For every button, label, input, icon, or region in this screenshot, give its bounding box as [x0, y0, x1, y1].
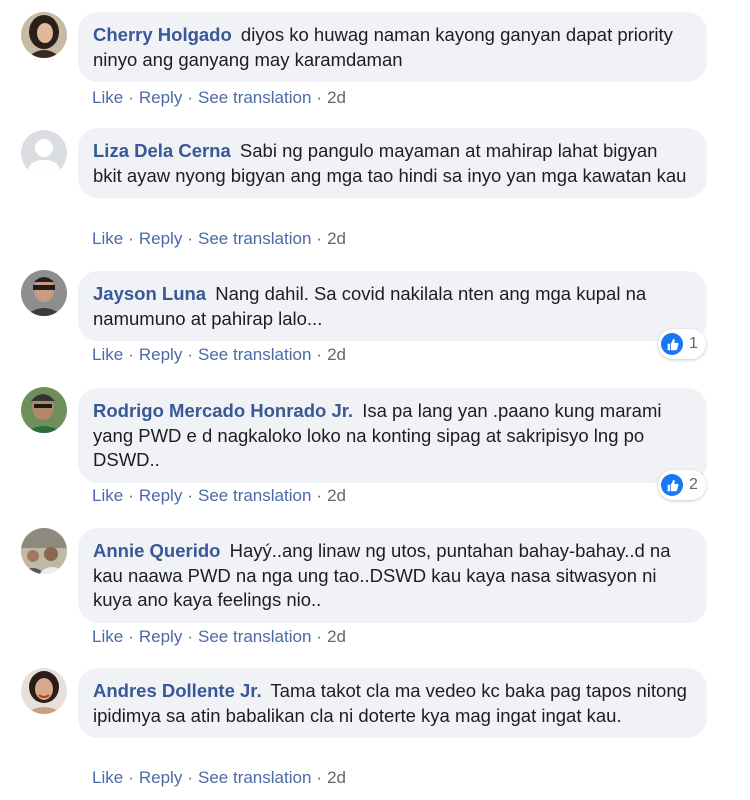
comment-actions: Like · Reply · See translation · 2d	[92, 88, 346, 107]
profile-photo-icon	[21, 387, 67, 433]
see-translation-link[interactable]: See translation	[198, 229, 311, 248]
reply-button[interactable]: Reply	[139, 229, 182, 248]
comment-actions: Like · Reply · See translation · 2d	[92, 229, 346, 248]
see-translation-link[interactable]: See translation	[198, 768, 311, 787]
like-reaction-icon	[661, 333, 683, 355]
reaction-number: 2	[689, 476, 698, 493]
reaction-count[interactable]: 2	[658, 470, 706, 500]
reply-button[interactable]: Reply	[139, 486, 182, 505]
comment-author[interactable]: Rodrigo Mercado Honrado Jr.	[93, 400, 353, 421]
reaction-number: 1	[689, 335, 698, 352]
comment-timestamp[interactable]: 2d	[327, 229, 346, 248]
like-button[interactable]: Like	[92, 768, 123, 787]
avatar[interactable]	[21, 270, 67, 316]
see-translation-link[interactable]: See translation	[198, 88, 311, 107]
comment-timestamp[interactable]: 2d	[327, 486, 346, 505]
comment-bubble: Rodrigo Mercado Honrado Jr. Isa pa lang …	[78, 388, 707, 483]
comment-timestamp[interactable]: 2d	[327, 345, 346, 364]
comment-bubble: Liza Dela Cerna Sabi ng pangulo mayaman …	[78, 128, 707, 198]
comment-bubble: Annie Querido Hayý..ang linaw ng utos, p…	[78, 528, 707, 623]
comment-timestamp[interactable]: 2d	[327, 768, 346, 787]
comment-actions: Like · Reply · See translation · 2d	[92, 768, 346, 787]
profile-photo-icon	[21, 270, 67, 316]
comment-actions: Like · Reply · See translation · 2d	[92, 345, 346, 364]
comment-author[interactable]: Jayson Luna	[93, 283, 206, 304]
see-translation-link[interactable]: See translation	[198, 627, 311, 646]
profile-photo-icon	[21, 12, 67, 58]
see-translation-link[interactable]: See translation	[198, 486, 311, 505]
avatar[interactable]	[21, 387, 67, 433]
reaction-count[interactable]: 1	[658, 329, 706, 359]
profile-photo-icon	[21, 528, 67, 574]
comment-timestamp[interactable]: 2d	[327, 88, 346, 107]
comment-author[interactable]: Andres Dollente Jr.	[93, 680, 262, 701]
comment-thread: Cherry Holgado diyos ko huwag naman kayo…	[0, 0, 750, 800]
comment-author[interactable]: Annie Querido	[93, 540, 220, 561]
reply-button[interactable]: Reply	[139, 345, 182, 364]
comment-bubble: Andres Dollente Jr. Tama takot cla ma ve…	[78, 668, 707, 738]
reply-button[interactable]: Reply	[139, 768, 182, 787]
comment-actions: Like · Reply · See translation · 2d	[92, 627, 346, 646]
avatar[interactable]	[21, 668, 67, 714]
avatar[interactable]	[21, 12, 67, 58]
comment-timestamp[interactable]: 2d	[327, 627, 346, 646]
like-button[interactable]: Like	[92, 627, 123, 646]
comment-bubble: Jayson Luna Nang dahil. Sa covid nakilal…	[78, 271, 707, 341]
like-button[interactable]: Like	[92, 229, 123, 248]
reply-button[interactable]: Reply	[139, 627, 182, 646]
like-reaction-icon	[661, 474, 683, 496]
default-avatar-icon	[21, 130, 67, 176]
like-button[interactable]: Like	[92, 88, 123, 107]
reply-button[interactable]: Reply	[139, 88, 182, 107]
comment-author[interactable]: Cherry Holgado	[93, 24, 232, 45]
see-translation-link[interactable]: See translation	[198, 345, 311, 364]
avatar[interactable]	[21, 528, 67, 574]
like-button[interactable]: Like	[92, 345, 123, 364]
avatar[interactable]	[21, 130, 67, 176]
comment-actions: Like · Reply · See translation · 2d	[92, 486, 346, 505]
comment-author[interactable]: Liza Dela Cerna	[93, 140, 231, 161]
like-button[interactable]: Like	[92, 486, 123, 505]
comment-bubble: Cherry Holgado diyos ko huwag naman kayo…	[78, 12, 707, 82]
profile-photo-icon	[21, 668, 67, 714]
